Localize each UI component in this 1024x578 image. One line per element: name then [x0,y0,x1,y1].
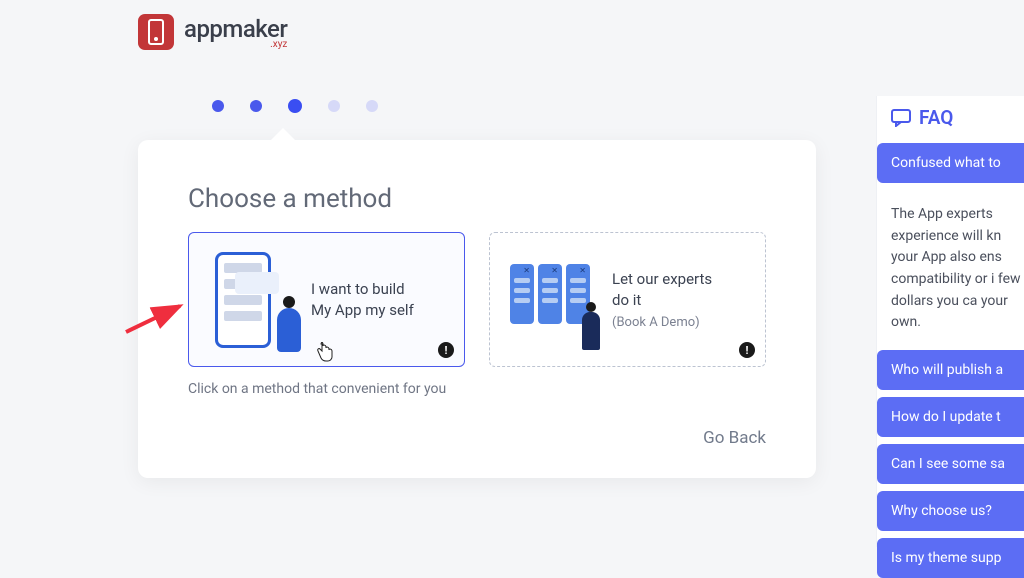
method-line2: do it [612,290,712,311]
faq-item-1[interactable]: Who will publish a [877,350,1024,390]
method-build-myself[interactable]: I want to build My App my self ! [188,232,465,367]
method-text: Let our experts do it (Book A Demo) [612,269,712,330]
chat-icon [891,109,911,127]
step-4 [328,100,340,112]
faq-title: FAQ [877,96,1024,143]
faq-item-5[interactable]: Is my theme supp [877,538,1024,578]
step-5 [366,100,378,112]
illustration-build-icon [205,250,293,350]
helper-text: Click on a method that convenient for yo… [188,381,766,397]
logo-text-wrap: appmaker .xyz [184,15,287,50]
faq-item-0[interactable]: Confused what to [877,143,1024,183]
method-text: I want to build My App my self [311,279,414,321]
method-line1: Let our experts [612,269,712,290]
faq-expanded-content: The App experts experience will kn your … [877,190,1024,350]
faq-item-2[interactable]: How do I update t [877,397,1024,437]
go-back-button[interactable]: Go Back [703,428,766,448]
logo[interactable]: appmaker .xyz [138,14,287,50]
illustration-experts-icon [506,250,594,350]
stepper [212,100,378,113]
faq-item-4[interactable]: Why choose us? [877,491,1024,531]
info-icon[interactable]: ! [739,342,755,358]
method-experts[interactable]: Let our experts do it (Book A Demo) ! [489,232,766,367]
methods-row: I want to build My App my self ! Let our… [188,232,766,367]
faq-item-3[interactable]: Can I see some sa [877,444,1024,484]
method-line2: My App my self [311,300,414,321]
faq-panel: FAQ Confused what to The App experts exp… [876,96,1024,547]
card-pointer [271,128,295,140]
info-icon[interactable]: ! [438,342,454,358]
faq-title-text: FAQ [919,106,953,129]
method-line1: I want to build [311,279,414,300]
method-sub: (Book A Demo) [612,315,712,330]
card-title: Choose a method [188,184,766,214]
step-3[interactable] [288,99,302,113]
method-card: Choose a method I want to build My App m… [138,140,816,478]
step-1[interactable] [212,100,224,112]
logo-icon [138,14,174,50]
step-2[interactable] [250,100,262,112]
